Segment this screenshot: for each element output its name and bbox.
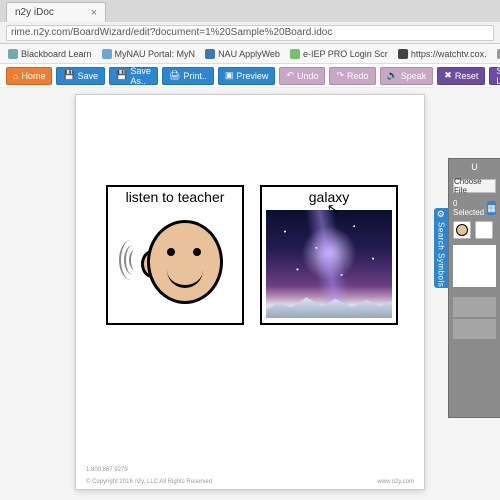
bookmark-icon — [398, 49, 408, 59]
undo-icon: ↶ — [286, 70, 294, 81]
bookmark-item[interactable]: e-IEP PRO Login Scr — [290, 49, 388, 59]
symbol-thumb[interactable] — [475, 221, 493, 239]
undo-button[interactable]: ↶Undo — [279, 67, 325, 85]
drop-area[interactable] — [453, 245, 496, 287]
button-label: Save As.. — [130, 66, 151, 86]
button-label: Print.. — [183, 71, 207, 81]
search-symbols-tab[interactable]: ⚙ Search Symbols — [434, 208, 448, 288]
choose-file-button[interactable]: Choose File — [453, 179, 496, 193]
listen-symbol — [125, 214, 225, 314]
home-button[interactable]: ⌂Home — [6, 67, 52, 85]
selected-count: 0 Selected — [453, 199, 484, 217]
button-label: Speak — [401, 71, 427, 81]
upload-panel: U Choose File 0 Selected ▦ — [448, 158, 500, 418]
select-action-button[interactable]: ▦ — [487, 201, 496, 215]
bookmark-label: e-IEP PRO Login Scr — [303, 49, 388, 59]
browser-tab[interactable]: n2y iDoc × — [6, 2, 106, 22]
side-panel-area: ⚙ Search Symbols U Choose File 0 Selecte… — [438, 158, 500, 418]
galaxy-image — [266, 210, 392, 318]
speak-icon: 🔊 — [387, 70, 398, 81]
panel-slot — [453, 297, 496, 317]
speak-button[interactable]: 🔊Speak — [380, 67, 434, 85]
bookmark-item[interactable]: Blackboard Learn — [8, 49, 92, 59]
button-label: Save — [78, 71, 99, 81]
button-label: Home — [21, 71, 45, 81]
button-label: Reset — [455, 71, 479, 81]
url-field[interactable]: rime.n2y.com/BoardWizard/edit?document=1… — [6, 25, 494, 41]
cell-image — [262, 205, 396, 323]
browser-tab-strip: n2y iDoc × — [0, 0, 500, 22]
button-label: Undo — [297, 71, 319, 81]
bookmark-item[interactable]: MyNAU Portal: MyN — [102, 49, 196, 59]
close-icon[interactable]: × — [91, 7, 97, 19]
app-toolbar: ⌂Home 💾Save 💾Save As.. 🖨Print.. ▣Preview… — [0, 64, 500, 88]
document-page[interactable]: listen to teacher galaxy — [75, 94, 425, 490]
page-phone: 1.800.867.9279 — [86, 467, 128, 473]
print-icon: 🖨 — [169, 70, 180, 81]
save-as-button[interactable]: 💾Save As.. — [109, 67, 158, 85]
panel-header: U — [449, 159, 500, 175]
bookmark-label: Blackboard Learn — [21, 49, 92, 59]
preview-button[interactable]: ▣Preview — [218, 67, 276, 85]
save-icon: 💾 — [116, 70, 127, 81]
preview-icon: ▣ — [225, 70, 234, 81]
listen-icon — [456, 224, 468, 236]
page-footer: © Copyright 2016 n2y, LLC All Rights Res… — [76, 479, 424, 485]
button-label: Redo — [347, 71, 369, 81]
copyright-text: © Copyright 2016 n2y, LLC All Rights Res… — [86, 479, 212, 485]
symbol-thumbs — [453, 221, 496, 239]
cell-label: listen to teacher — [126, 189, 225, 205]
reset-icon: ✖ — [444, 70, 452, 81]
board-cell-listen[interactable]: listen to teacher — [106, 185, 244, 325]
redo-button[interactable]: ↷Redo — [329, 67, 375, 85]
bookmarks-bar: Blackboard Learn MyNAU Portal: MyN NAU A… — [0, 44, 500, 64]
bookmark-icon — [102, 49, 112, 59]
save-button[interactable]: 💾 Save — [56, 67, 105, 85]
board-grid: listen to teacher galaxy — [106, 185, 398, 325]
button-label: Speech Language — [496, 66, 500, 86]
home-icon: ⌂ — [13, 71, 18, 81]
bookmark-icon — [205, 49, 215, 59]
reset-button[interactable]: ✖Reset — [437, 67, 485, 85]
browser-omnibar: rime.n2y.com/BoardWizard/edit?document=1… — [0, 22, 500, 44]
bookmark-icon — [290, 49, 300, 59]
canvas-area: listen to teacher galaxy — [0, 88, 500, 500]
print-button[interactable]: 🖨Print.. — [162, 67, 214, 85]
panel-slot — [453, 319, 496, 339]
site-text: www.n2y.com — [377, 479, 414, 485]
button-label: Preview — [236, 71, 268, 81]
url-text: rime.n2y.com/BoardWizard/edit?document=1… — [11, 27, 332, 38]
redo-icon: ↷ — [336, 70, 344, 81]
workspace: listen to teacher galaxy — [0, 88, 500, 500]
bookmark-label: https://watchtv.cox. — [411, 49, 487, 59]
bookmark-icon — [8, 49, 18, 59]
button-label: Choose File — [454, 177, 495, 195]
side-tab-label: Search Symbols — [437, 222, 446, 287]
bookmark-item[interactable]: NAU ApplyWeb — [205, 49, 280, 59]
bookmark-item[interactable]: https://watchtv.cox. — [398, 49, 487, 59]
symbol-thumb[interactable] — [453, 221, 471, 239]
bookmark-label: NAU ApplyWeb — [218, 49, 280, 59]
speech-language-button[interactable]: Speech Language ▾ — [489, 67, 500, 85]
tab-title: n2y iDoc — [15, 7, 54, 18]
cell-symbol — [108, 205, 242, 323]
bookmark-label: MyNAU Portal: MyN — [115, 49, 196, 59]
save-icon: 💾 — [63, 70, 74, 81]
gear-icon: ⚙ — [437, 209, 446, 220]
